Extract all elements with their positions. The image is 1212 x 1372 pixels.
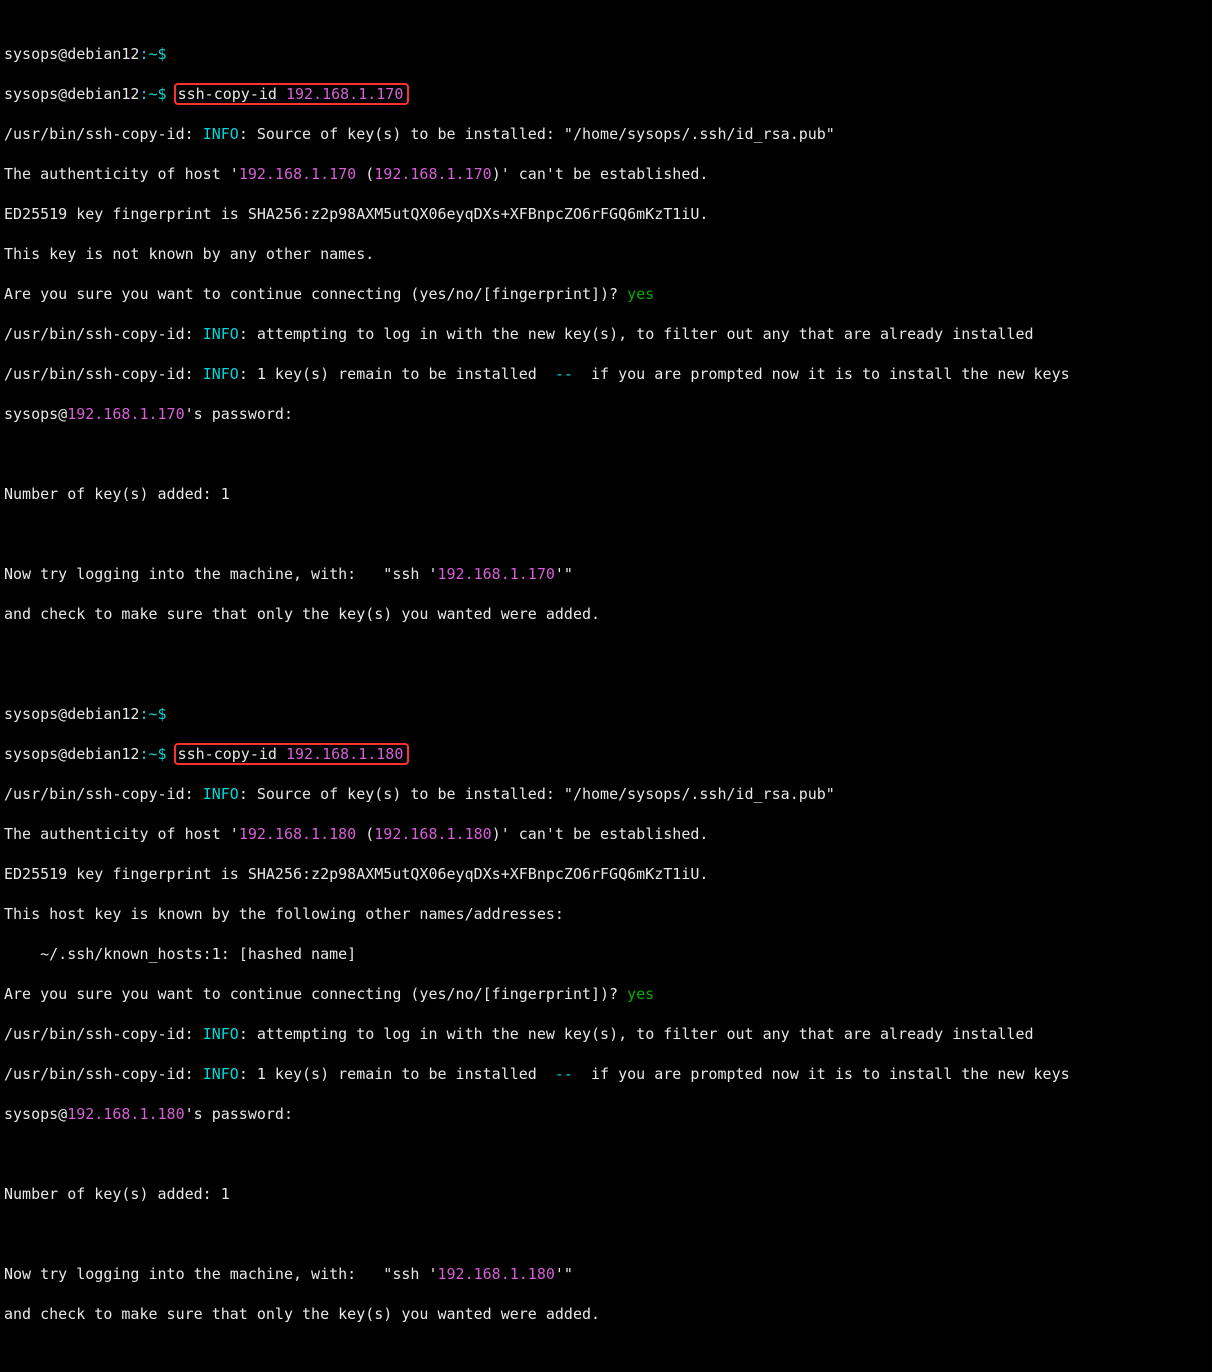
output-line: /usr/bin/ssh-copy-id: INFO: attempting t… (4, 324, 1208, 344)
prompt-line: sysops@debian12:~$ (4, 704, 1208, 724)
output-line: sysops@192.168.1.180's password: (4, 1104, 1208, 1124)
output-line: ~/.ssh/known_hosts:1: [hashed name] (4, 944, 1208, 964)
output-line: Number of key(s) added: 1 (4, 1184, 1208, 1204)
output-line: /usr/bin/ssh-copy-id: INFO: attempting t… (4, 1024, 1208, 1044)
output-line: The authenticity of host '192.168.1.180 … (4, 824, 1208, 844)
output-line: and check to make sure that only the key… (4, 1304, 1208, 1324)
output-line: ED25519 key fingerprint is SHA256:z2p98A… (4, 864, 1208, 884)
prompt-line-cmd2: sysops@debian12:~$ ssh-copy-id 192.168.1… (4, 744, 1208, 764)
prompt-confirm: Are you sure you want to continue connec… (4, 984, 1208, 1004)
output-line: ED25519 key fingerprint is SHA256:z2p98A… (4, 204, 1208, 224)
output-line: Now try logging into the machine, with: … (4, 1264, 1208, 1284)
output-line: /usr/bin/ssh-copy-id: INFO: 1 key(s) rem… (4, 1064, 1208, 1084)
highlight-box-1: ssh-copy-id 192.168.1.170 (174, 83, 410, 105)
output-line: /usr/bin/ssh-copy-id: INFO: 1 key(s) rem… (4, 364, 1208, 384)
output-line: The authenticity of host '192.168.1.170 … (4, 164, 1208, 184)
output-line: /usr/bin/ssh-copy-id: INFO: Source of ke… (4, 124, 1208, 144)
output-line: /usr/bin/ssh-copy-id: INFO: Source of ke… (4, 784, 1208, 804)
prompt-line-cmd1: sysops@debian12:~$ ssh-copy-id 192.168.1… (4, 84, 1208, 104)
output-line: This host key is known by the following … (4, 904, 1208, 924)
output-line: sysops@192.168.1.170's password: (4, 404, 1208, 424)
output-line: Now try logging into the machine, with: … (4, 564, 1208, 584)
highlight-box-2: ssh-copy-id 192.168.1.180 (174, 743, 410, 765)
output-line: Number of key(s) added: 1 (4, 484, 1208, 504)
prompt-line: sysops@debian12:~$ (4, 44, 1208, 64)
output-line: This key is not known by any other names… (4, 244, 1208, 264)
prompt-confirm: Are you sure you want to continue connec… (4, 284, 1208, 304)
output-line: and check to make sure that only the key… (4, 604, 1208, 624)
terminal-output[interactable]: sysops@debian12:~$ sysops@debian12:~$ ss… (0, 0, 1212, 1372)
